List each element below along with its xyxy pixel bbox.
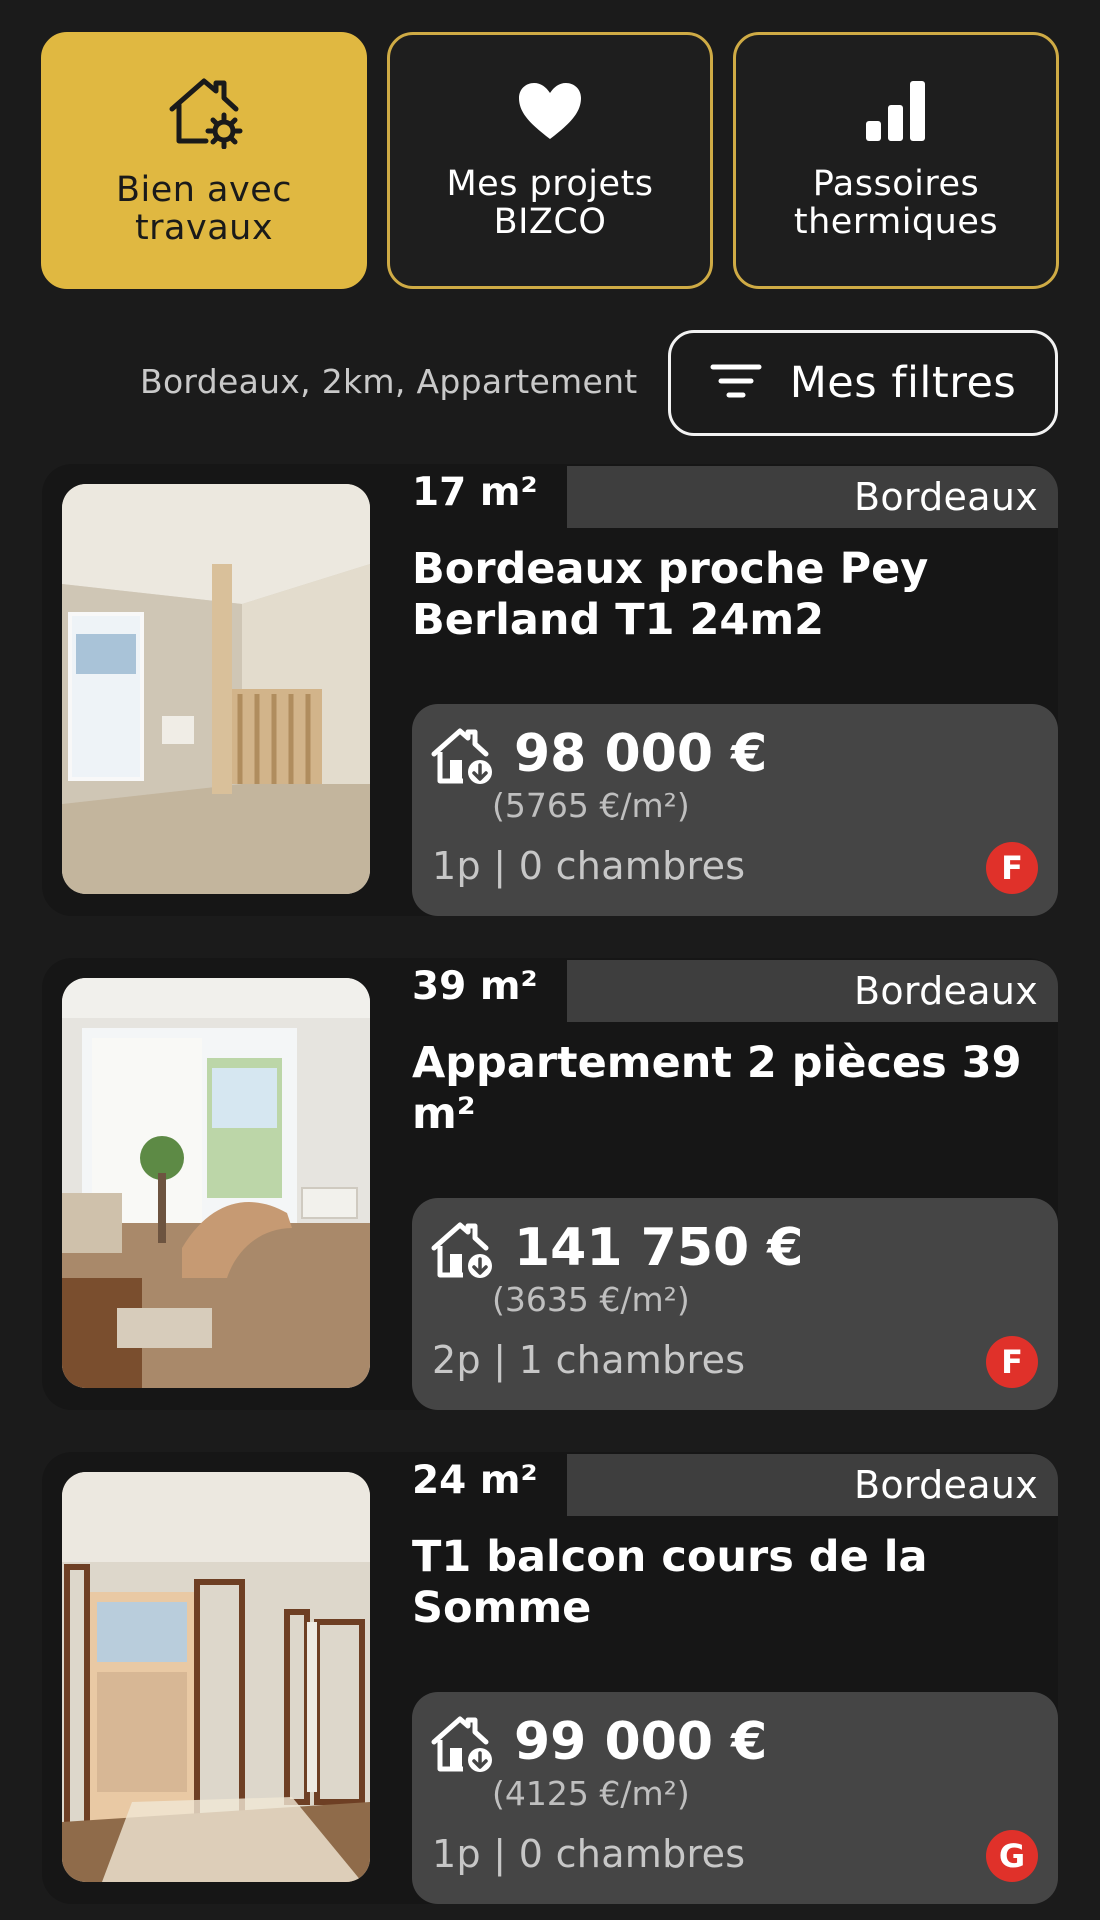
listing-city-band: Bordeaux xyxy=(567,466,1058,528)
listing-rooms: 1p | 0 chambres xyxy=(432,1832,746,1876)
listing-rooms: 2p | 1 chambres xyxy=(432,1338,746,1382)
listing-city-band: Bordeaux xyxy=(567,1454,1058,1516)
tile-label: Passoires thermiques xyxy=(793,164,999,242)
listing-area: 39 m² xyxy=(412,964,538,1009)
listing-city: Bordeaux xyxy=(853,475,1038,519)
heart-icon xyxy=(517,71,583,151)
tile-bien-avec-travaux[interactable]: Bien avec travaux xyxy=(41,32,367,289)
listing-title: Appartement 2 pièces 39 m² xyxy=(412,1038,1022,1139)
listing-area: 24 m² xyxy=(412,1458,538,1503)
listing-photo xyxy=(62,1472,370,1882)
tile-passoires-thermiques[interactable]: Passoires thermiques xyxy=(733,32,1059,289)
dpe-badge: G xyxy=(986,1830,1038,1882)
signal-bars-icon xyxy=(864,71,928,151)
filters-button[interactable]: Mes filtres xyxy=(668,330,1058,436)
house-gear-icon xyxy=(164,71,244,151)
dpe-badge: F xyxy=(986,842,1038,894)
listing-title: T1 balcon cours de la Somme xyxy=(412,1532,928,1633)
listing-title: Bordeaux proche Pey Berland T1 24m2 xyxy=(412,544,929,645)
listing-price-per-m2: (3635 €/m²) xyxy=(492,1280,690,1319)
listing-photo xyxy=(62,978,370,1388)
listing-price-box: 98 000 € (5765 €/m²) 1p | 0 chambres F xyxy=(412,704,1058,916)
listing-price: 141 750 € xyxy=(514,1218,804,1278)
house-price-down-icon xyxy=(430,1714,496,1778)
listing-photo xyxy=(62,484,370,894)
listing-city: Bordeaux xyxy=(853,1463,1038,1507)
listing-price-box: 99 000 € (4125 €/m²) 1p | 0 chambres G xyxy=(412,1692,1058,1904)
listing-price: 99 000 € xyxy=(514,1712,768,1772)
listing-price-per-m2: (4125 €/m²) xyxy=(492,1774,690,1813)
tile-label: Mes projets BIZCO xyxy=(446,164,654,242)
listing-price-box: 141 750 € (3635 €/m²) 2p | 1 chambres F xyxy=(412,1198,1058,1410)
listing-card[interactable]: 17 m² Bordeaux Bordeaux proche Pey Berla… xyxy=(42,464,1058,916)
listing-rooms: 1p | 0 chambres xyxy=(432,844,746,888)
filter-lines-icon xyxy=(710,361,762,405)
category-tiles: Bien avec travaux Mes projets BIZCO Pass… xyxy=(41,32,1059,289)
filters-button-label: Mes filtres xyxy=(789,358,1017,408)
listing-price-per-m2: (5765 €/m²) xyxy=(492,786,690,825)
listing-city-band: Bordeaux xyxy=(567,960,1058,1022)
listing-city: Bordeaux xyxy=(853,969,1038,1013)
listing-card[interactable]: 24 m² Bordeaux T1 balcon cours de la Som… xyxy=(42,1452,1058,1904)
house-price-down-icon xyxy=(430,726,496,790)
filter-summary: Bordeaux, 2km, Appartement xyxy=(140,362,638,401)
tile-mes-projets[interactable]: Mes projets BIZCO xyxy=(387,32,713,289)
listing-area: 17 m² xyxy=(412,470,538,515)
dpe-badge: F xyxy=(986,1336,1038,1388)
listing-price: 98 000 € xyxy=(514,724,768,784)
tile-label: Bien avec travaux xyxy=(115,170,292,248)
house-price-down-icon xyxy=(430,1220,496,1284)
listing-card[interactable]: 39 m² Bordeaux Appartement 2 pièces 39 m… xyxy=(42,958,1058,1410)
